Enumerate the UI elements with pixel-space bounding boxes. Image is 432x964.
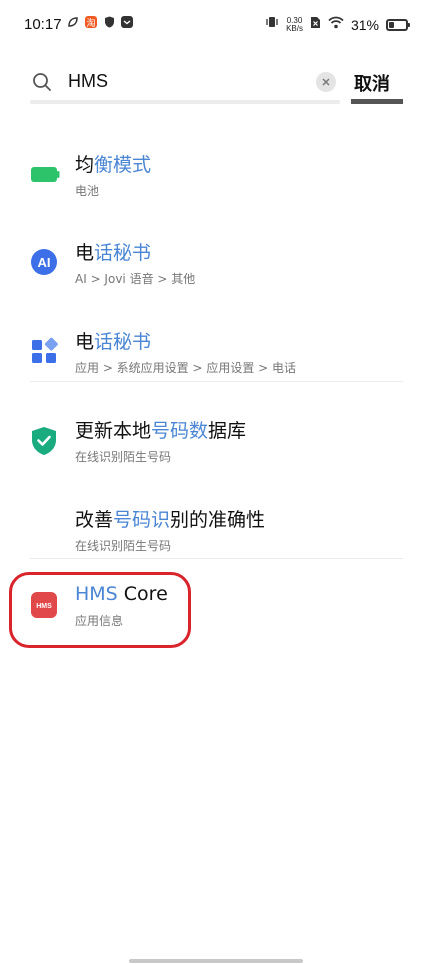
result-title-rest: 别的准确性 [170, 509, 266, 531]
result-subtitle: 电池 [75, 184, 100, 198]
result-subtitle: 应用 > 系统应用设置 > 应用设置 > 电话 [75, 361, 297, 375]
result-title: 均衡模式 [75, 150, 151, 177]
status-notification-icons: 淘 [67, 16, 133, 29]
search-input[interactable]: HMS [68, 71, 108, 92]
svg-text:AI: AI [38, 255, 51, 270]
result-title-plain: 电 [75, 331, 95, 353]
battery-percent: 31% [350, 16, 379, 33]
network-speed: 0.30 KB/s [286, 16, 303, 33]
search-bar[interactable]: HMS [30, 64, 340, 104]
result-item-call-assistant-apps[interactable]: 电话秘书 应用 > 系统应用设置 > 应用设置 > 电话 [0, 309, 432, 397]
result-item-improve-accuracy[interactable]: 改善号码识别的准确性 在线识别陌生号码 [0, 487, 432, 575]
result-subtitle: AI > Jovi 语音 > 其他 [75, 272, 196, 286]
result-title: 电话秘书 [75, 327, 151, 354]
result-title-plain: 改善 [75, 509, 114, 531]
shield-check-icon [30, 426, 58, 455]
battery-icon [30, 160, 60, 188]
result-title-highlight: 号码识 [113, 509, 171, 531]
apps-grid-icon [30, 337, 58, 365]
result-item-update-number-db[interactable]: 更新本地号码数据库 在线识别陌生号码 [0, 398, 432, 486]
result-title-rest: 据库 [208, 420, 247, 442]
result-title-highlight: 号码数 [151, 420, 209, 442]
result-subtitle: 在线识别陌生号码 [75, 539, 172, 553]
search-icon [32, 72, 52, 92]
result-title-highlight: 话秘书 [94, 331, 152, 353]
sim-icon [310, 16, 321, 34]
result-title: 改善号码识别的准确性 [75, 505, 265, 532]
result-title: 更新本地号码数据库 [75, 416, 246, 443]
result-title-plain: 电 [75, 242, 95, 264]
cancel-underline [351, 99, 403, 104]
section-divider [30, 381, 403, 382]
status-time: 10:17 [24, 16, 62, 33]
section-divider [30, 558, 403, 559]
clear-search-button[interactable] [316, 72, 336, 92]
status-bar: 10:17 淘 0.30 KB/s 31% [0, 0, 432, 52]
result-item-balanced-mode[interactable]: 均衡模式 电池 [0, 132, 432, 220]
result-title: 电话秘书 [75, 238, 151, 265]
search-underline [30, 100, 340, 104]
battery-icon [386, 18, 410, 31]
wifi-icon [328, 16, 344, 34]
leaf-icon [67, 16, 79, 28]
result-title-highlight: 衡模式 [94, 154, 152, 176]
result-title-plain: 更新本地 [75, 420, 152, 442]
battery-fill [389, 21, 394, 28]
cancel-button[interactable]: 取消 [354, 70, 390, 96]
close-icon [322, 78, 330, 86]
ai-icon: AI [30, 248, 58, 276]
shield-status-icon [103, 16, 115, 28]
result-title-highlight: 话秘书 [94, 242, 152, 264]
home-indicator[interactable] [129, 959, 303, 963]
result-subtitle: 在线识别陌生号码 [75, 450, 172, 464]
app-notification-icon: 淘 [85, 16, 97, 29]
status-right-icons: 0.30 KB/s 31% [265, 15, 410, 34]
result-item-call-assistant-ai[interactable]: AI 电话秘书 AI > Jovi 语音 > 其他 [0, 220, 432, 308]
result-title-plain: 均 [75, 154, 95, 176]
selection-highlight-box [9, 572, 191, 648]
vibrate-icon [265, 15, 279, 34]
message-status-icon [121, 16, 133, 28]
network-speed-unit: KB/s [286, 23, 303, 33]
